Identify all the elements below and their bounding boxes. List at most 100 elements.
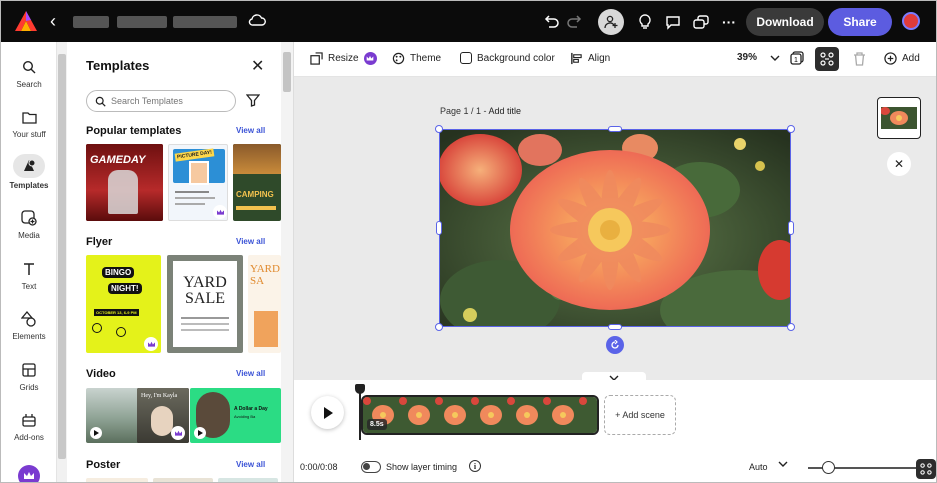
template-thumb-yard-sale-2[interactable]: YARD SA <box>248 255 281 353</box>
close-icon[interactable]: ✕ <box>887 152 911 176</box>
add-button[interactable]: Add <box>884 52 920 65</box>
scrollbar-thumb[interactable] <box>283 52 291 92</box>
page-thumbnail[interactable] <box>877 97 921 139</box>
premium-crown-icon <box>144 337 158 351</box>
search-templates-field[interactable] <box>86 90 236 112</box>
resize-handle[interactable] <box>608 324 622 330</box>
auto-zoom-label[interactable]: Auto <box>749 462 768 472</box>
pages-icon: 1 <box>790 51 804 65</box>
premium-crown-icon[interactable] <box>18 465 40 482</box>
resize-icon <box>310 52 323 65</box>
thumb-doodle <box>92 323 102 333</box>
rail-item-templates[interactable]: Templates <box>1 154 57 190</box>
swatch-icon <box>460 52 472 64</box>
top-bar: ‹ ··· Download Share <box>1 1 936 42</box>
thumb-line <box>236 206 276 210</box>
resize-handle[interactable] <box>436 221 442 235</box>
view-all-video-link[interactable]: View all <box>236 369 265 378</box>
template-thumb-poster[interactable] <box>153 478 213 482</box>
thumb-text: GAMEDAY <box>90 154 146 166</box>
scrollbar-thumb[interactable] <box>58 54 66 459</box>
align-label: Align <box>588 53 611 64</box>
scene-clip[interactable]: 8.5s <box>361 395 599 435</box>
rail-item-media[interactable]: Media <box>1 208 57 240</box>
template-thumb-picture-day[interactable]: PICTURE DAY! <box>168 144 228 221</box>
download-button[interactable]: Download <box>746 8 824 36</box>
share-button[interactable]: Share <box>828 8 892 36</box>
thumb-text: OCTOBER 13, 6-9 PM <box>94 309 139 316</box>
slider-knob[interactable] <box>822 461 835 474</box>
play-icon <box>90 427 102 439</box>
view-all-popular-link[interactable]: View all <box>236 126 265 135</box>
resize-handle[interactable] <box>608 126 622 132</box>
info-icon[interactable]: i <box>469 460 481 472</box>
layout-icon <box>920 463 932 475</box>
layout-toggle-button[interactable] <box>815 47 839 71</box>
rail-item-label: Elements <box>12 332 46 341</box>
cloud-icon[interactable] <box>248 13 266 27</box>
rail-item-add-ons[interactable]: Add-ons <box>1 410 57 442</box>
thumb-text: YARD <box>183 274 227 291</box>
search-input[interactable] <box>111 96 221 106</box>
lightbulb-icon[interactable] <box>635 12 655 32</box>
resize-handle[interactable] <box>788 221 794 235</box>
theme-button[interactable]: Theme <box>392 52 441 65</box>
premium-crown-icon <box>363 52 377 65</box>
close-icon[interactable]: ✕ <box>251 56 264 76</box>
template-thumb-camping[interactable]: CAMPING <box>233 144 281 221</box>
trash-icon[interactable] <box>853 52 866 71</box>
adobe-express-logo[interactable] <box>14 10 38 32</box>
resize-button[interactable]: Resize <box>310 52 377 65</box>
invite-icon[interactable] <box>598 9 624 35</box>
background-color-button[interactable]: Background color <box>460 52 555 64</box>
thumb-text: Hey, I'm Kayla <box>141 393 178 399</box>
template-thumb-bingo[interactable]: BINGO NIGHT! OCTOBER 13, 6-9 PM <box>86 255 161 353</box>
rail-item-grids[interactable]: Grids <box>1 360 57 392</box>
rail-item-your-stuff[interactable]: Your stuff <box>1 107 57 139</box>
panel-title: Templates <box>86 58 150 73</box>
add-scene-button[interactable]: + Add scene <box>604 395 676 435</box>
back-arrow-icon[interactable]: ‹ <box>50 11 56 31</box>
panel-scrollbar[interactable] <box>281 42 293 482</box>
layout-corner-button[interactable] <box>916 459 936 479</box>
template-thumb-video-dollar[interactable]: A Dollar a Day Avoiding Ba <box>190 388 281 443</box>
template-thumb-gameday[interactable]: GAMEDAY <box>86 144 163 221</box>
template-thumb-poster[interactable] <box>218 478 278 482</box>
thumb-line <box>175 203 205 205</box>
playhead-handle[interactable] <box>355 384 365 394</box>
template-thumb-video-kayla[interactable]: Hey, I'm Kayla <box>137 388 189 443</box>
rotate-handle[interactable] <box>606 336 624 354</box>
align-button[interactable]: Align <box>570 52 610 65</box>
rail-item-elements[interactable]: Elements <box>1 309 57 341</box>
duplicate-icon[interactable] <box>691 12 711 32</box>
align-icon <box>571 52 582 65</box>
template-thumb-poster[interactable] <box>86 478 148 482</box>
redo-icon[interactable] <box>565 12 585 32</box>
chevron-down-icon[interactable] <box>778 461 788 467</box>
view-all-poster-link[interactable]: View all <box>236 460 265 469</box>
view-all-flyer-link[interactable]: View all <box>236 237 265 246</box>
add-title-link[interactable]: Add title <box>489 106 522 116</box>
show-layer-timing-toggle[interactable] <box>361 461 381 473</box>
zoom-dropdown[interactable]: 39% <box>737 52 780 63</box>
rail-item-text[interactable]: Text <box>1 259 57 291</box>
resize-handle[interactable] <box>787 323 795 331</box>
play-button[interactable] <box>311 396 344 429</box>
premium-crown-icon <box>171 426 185 440</box>
theme-label: Theme <box>410 53 442 64</box>
rail-item-search[interactable]: Search <box>1 57 57 89</box>
resize-handle[interactable] <box>435 125 443 133</box>
filter-icon[interactable] <box>246 93 260 107</box>
thumb-text: A Dollar a Day <box>234 406 268 412</box>
undo-icon[interactable] <box>541 12 561 32</box>
template-thumb-yard-sale[interactable]: YARD SALE <box>167 255 243 353</box>
resize-handle[interactable] <box>435 323 443 331</box>
rail-item-label: Text <box>21 282 37 291</box>
pages-button[interactable]: 1 <box>790 51 804 65</box>
dahlia-photo[interactable] <box>439 129 791 327</box>
comment-icon[interactable] <box>663 12 683 32</box>
resize-handle[interactable] <box>787 125 795 133</box>
more-icon[interactable]: ··· <box>719 12 739 32</box>
avatar[interactable] <box>902 12 920 30</box>
panel-scrollbar-left[interactable] <box>57 42 67 482</box>
